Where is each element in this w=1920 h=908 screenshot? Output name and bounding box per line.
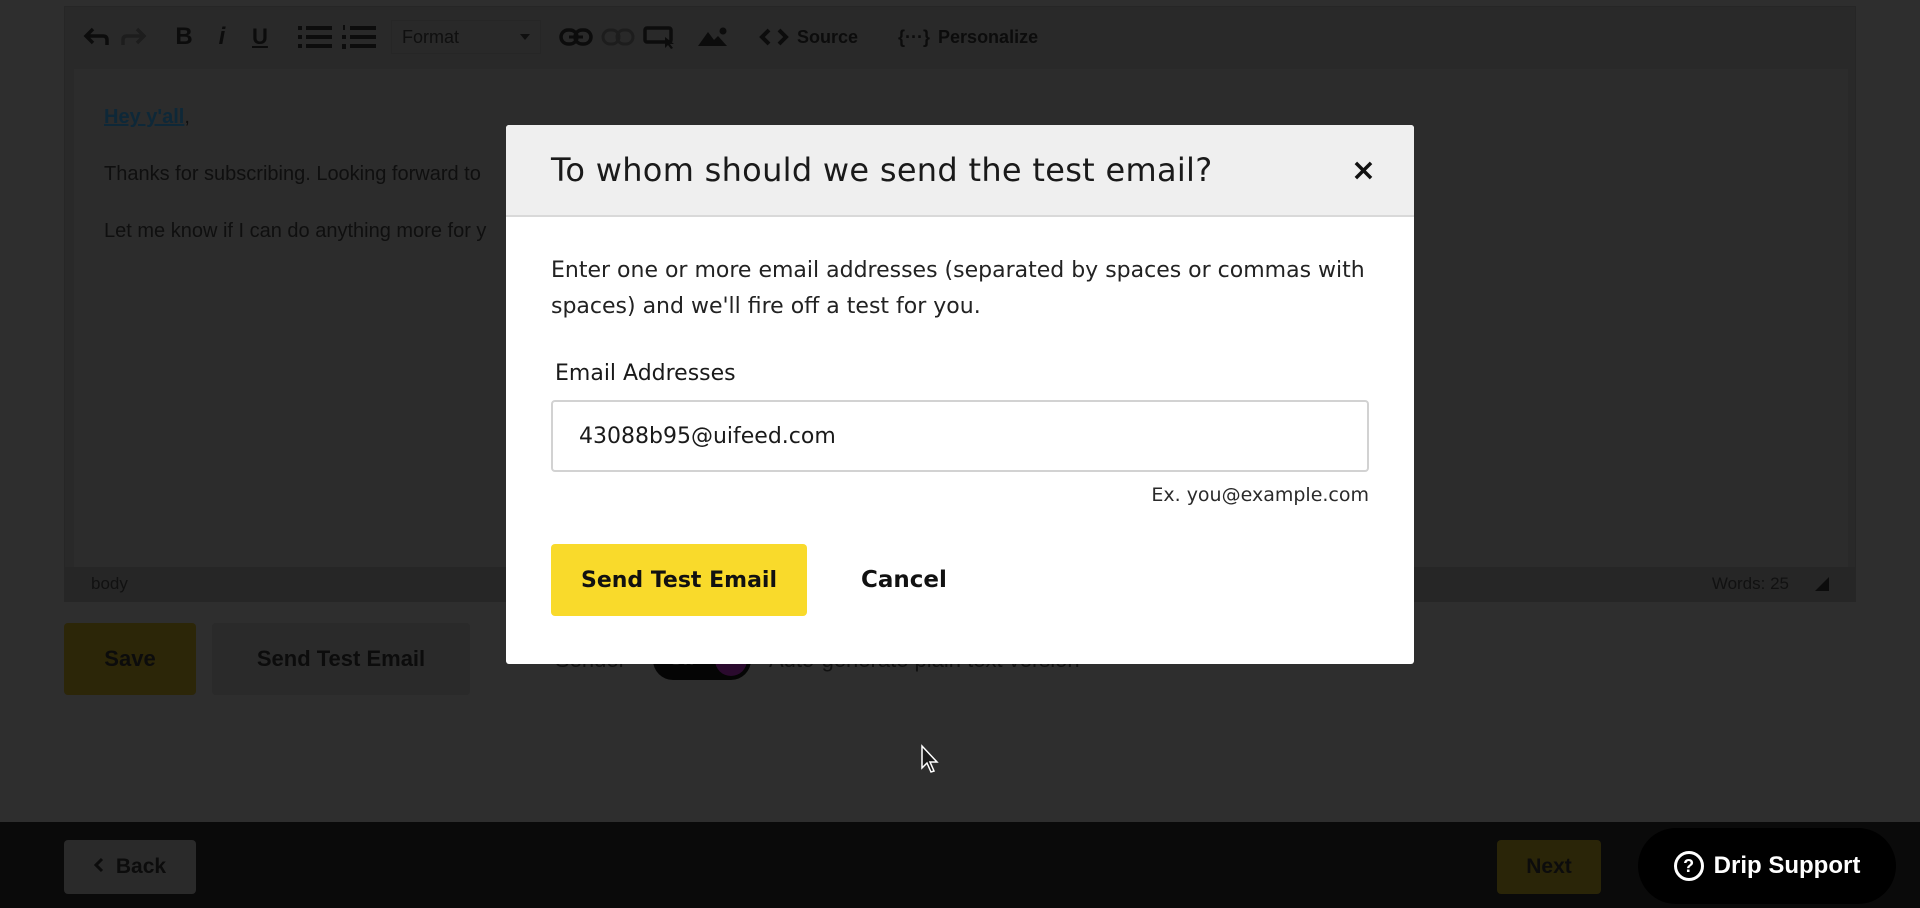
editor-toolbar: B i U Format Source {···} Personalize [65, 7, 1855, 67]
modal-header: To whom should we send the test email? × [506, 125, 1414, 217]
personalize-button[interactable]: {···} Personalize [898, 27, 1038, 48]
source-button[interactable]: Source [759, 27, 858, 48]
email-addresses-label: Email Addresses [555, 361, 736, 386]
numbered-list-icon[interactable] [341, 22, 377, 52]
help-icon: ? [1673, 851, 1704, 881]
element-path: body [91, 574, 128, 593]
back-button[interactable]: Back [64, 840, 196, 894]
editor-actions: Save Send Test Email [64, 623, 470, 695]
link-icon[interactable] [559, 22, 593, 52]
resize-handle-icon[interactable] [1815, 577, 1829, 591]
image-icon[interactable] [697, 22, 729, 52]
save-button[interactable]: Save [64, 623, 196, 695]
modal-body: Enter one or more email addresses (separ… [506, 217, 1414, 616]
close-icon[interactable]: × [1351, 153, 1376, 188]
modal-actions: Send Test Email Cancel [551, 544, 1369, 616]
insert-button-icon[interactable] [643, 22, 675, 52]
chevron-down-icon [520, 34, 530, 40]
underline-icon[interactable]: U [245, 22, 275, 52]
drip-support-button[interactable]: ? Drip Support [1638, 828, 1896, 904]
cancel-button[interactable]: Cancel [861, 567, 947, 593]
send-test-email-modal: To whom should we send the test email? ×… [506, 125, 1414, 664]
unlink-icon[interactable] [601, 22, 635, 52]
next-button[interactable]: Next [1497, 840, 1601, 894]
braces-icon: {···} [898, 26, 931, 47]
greeting-link[interactable]: Hey y'all [104, 106, 184, 128]
italic-icon[interactable]: i [207, 22, 237, 52]
bullet-list-icon[interactable] [297, 22, 333, 52]
undo-icon[interactable] [83, 22, 111, 52]
personalize-label: Personalize [938, 26, 1039, 47]
code-icon [759, 28, 789, 46]
source-label: Source [797, 26, 859, 47]
send-test-email-confirm-button[interactable]: Send Test Email [551, 544, 807, 616]
word-count: Words: 25 [1711, 574, 1789, 593]
redo-icon[interactable] [119, 22, 147, 52]
chevron-left-icon [93, 855, 104, 879]
format-select-value: Format [402, 26, 460, 47]
send-test-email-button[interactable]: Send Test Email [212, 623, 470, 695]
format-select[interactable]: Format [391, 20, 541, 54]
footer-bar: Back Next ? Drip Support [0, 822, 1920, 908]
email-hint: Ex. you@example.com [1151, 484, 1369, 506]
bold-icon[interactable]: B [169, 22, 199, 52]
back-label: Back [115, 855, 167, 878]
mouse-cursor-icon [920, 744, 940, 779]
support-label: Drip Support [1713, 852, 1861, 879]
email-addresses-input[interactable] [551, 400, 1369, 472]
modal-description: Enter one or more email addresses (separ… [551, 258, 1365, 319]
modal-title: To whom should we send the test email? [551, 151, 1213, 189]
